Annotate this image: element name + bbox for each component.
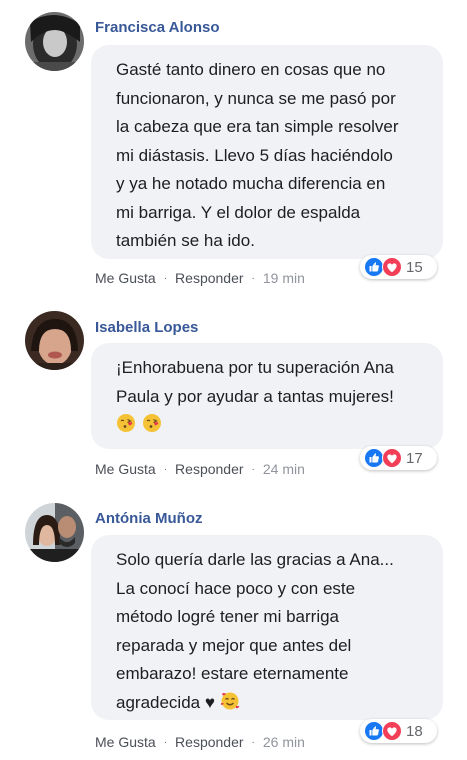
reaction-count: 18 [406, 722, 423, 740]
reaction-count: 17 [406, 449, 423, 467]
like-link[interactable]: Me Gusta [95, 270, 156, 286]
comment-timestamp[interactable]: 19 min [263, 270, 305, 286]
comment-text-line: la cabeza que era tan simple resolver [116, 117, 399, 136]
like-icon [364, 257, 384, 277]
comment-bubble: ¡Enhorabuena por tu superación Ana Paula… [91, 343, 443, 449]
commenter-name[interactable]: Francisca Alonso [95, 19, 219, 36]
kissing-heart-emoji [142, 413, 162, 443]
separator-dot: · [251, 272, 255, 284]
commenter-name[interactable]: Isabella Lopes [95, 319, 198, 336]
comment-text-line: también se ha ido. [116, 231, 255, 250]
emoji-line [116, 411, 421, 443]
like-icon [364, 448, 384, 468]
avatar[interactable] [25, 311, 84, 370]
comment-text-line: La conocí hace poco y con este [116, 578, 356, 598]
comment-text-line: Gasté tanto dinero en cosas que no [116, 60, 386, 79]
comment-text-line: agradecida ♥ [116, 692, 215, 712]
love-icon [382, 448, 402, 468]
reactions-summary[interactable]: 18 [360, 719, 437, 743]
comment-actions: Me Gusta · Responder · 24 min [95, 461, 305, 477]
separator-dot: · [163, 272, 168, 284]
reactions-summary[interactable]: 15 [360, 255, 437, 279]
avatar[interactable] [25, 503, 84, 562]
comment-text-line: Paula y por ayudar a tantas mujeres! [116, 386, 394, 406]
reactions-summary[interactable]: 17 [360, 446, 437, 470]
comment-text-line: ¡Enhorabuena por tu superación Ana [116, 358, 394, 377]
comment-bubble: Gasté tanto dinero en cosas que no funci… [91, 45, 443, 259]
comment-text-line: método logré tener mi barriga [116, 607, 340, 626]
comment-text-line: mi diástasis. Llevo 5 días haciéndolo [116, 145, 393, 165]
like-icon [364, 721, 384, 741]
comment-text-line: mi barriga. Y el dolor de espalda [116, 202, 361, 222]
comment-text-line: Solo quería darle las gracias a Ana... [116, 550, 394, 569]
comment-text-line: funcionaron, y nunca se me pasó por [116, 88, 396, 108]
reply-link[interactable]: Responder [175, 270, 244, 286]
kissing-heart-emoji [116, 413, 136, 443]
separator-dot: · [251, 463, 255, 475]
reply-link[interactable]: Responder [175, 734, 244, 750]
separator-dot: · [163, 463, 168, 475]
like-link[interactable]: Me Gusta [95, 734, 156, 750]
like-link[interactable]: Me Gusta [95, 461, 156, 477]
comment-actions: Me Gusta · Responder · 19 min [95, 270, 305, 286]
comment-text-line: reparada y mejor que antes del [116, 635, 352, 655]
reply-link[interactable]: Responder [175, 461, 244, 477]
comment-bubble: Solo quería darle las gracias a Ana... L… [91, 535, 443, 720]
comment-text-line: y ya he notado mucha diferencia en [116, 174, 386, 193]
reaction-count: 15 [406, 258, 423, 276]
love-icon [382, 257, 402, 277]
comment-text-line: embarazo! estare eternamente [116, 664, 349, 683]
separator-dot: · [163, 736, 168, 748]
comment-timestamp[interactable]: 26 min [263, 734, 305, 750]
comment-text-line-with-emoji: agradecida ♥ [116, 689, 421, 721]
avatar[interactable] [25, 12, 84, 71]
love-icon [382, 721, 402, 741]
smiling-hearts-emoji [220, 691, 240, 721]
separator-dot: · [251, 736, 255, 748]
comment-timestamp[interactable]: 24 min [263, 461, 305, 477]
commenter-name[interactable]: Antónia Muñoz [95, 510, 202, 527]
comment-actions: Me Gusta · Responder · 26 min [95, 734, 305, 750]
